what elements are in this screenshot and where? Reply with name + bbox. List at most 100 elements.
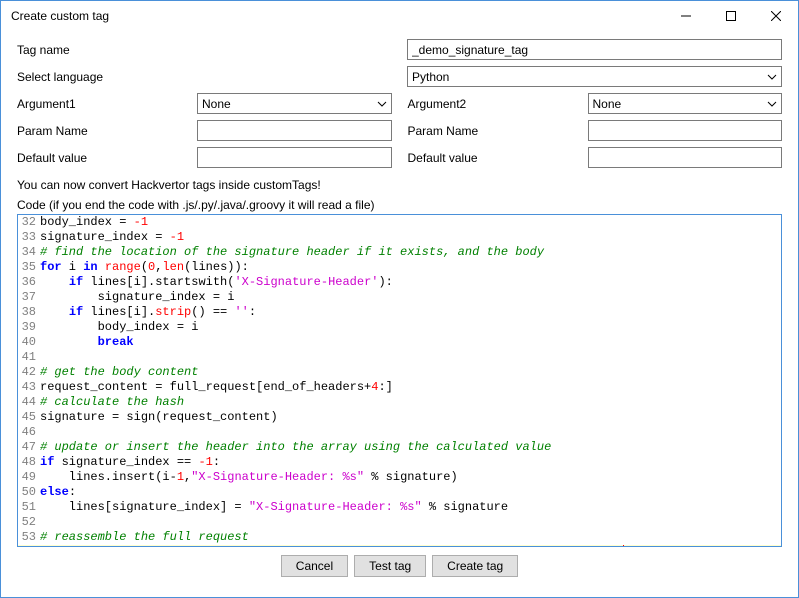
arg1-select[interactable]: None bbox=[197, 93, 392, 114]
line-number: 36 bbox=[18, 275, 40, 290]
line-number: 43 bbox=[18, 380, 40, 395]
code-text: if lines[i].startswith('X-Signature-Head… bbox=[40, 275, 781, 290]
line-number: 50 bbox=[18, 485, 40, 500]
code-text: body_index = i bbox=[40, 320, 781, 335]
code-text: # find the location of the signature hea… bbox=[40, 245, 781, 260]
default1-input[interactable] bbox=[197, 147, 392, 168]
code-text: signature = sign(request_content) bbox=[40, 410, 781, 425]
code-line: 36 if lines[i].startswith('X-Signature-H… bbox=[18, 275, 781, 290]
code-line: 45signature = sign(request_content) bbox=[18, 410, 781, 425]
code-line: 52 bbox=[18, 515, 781, 530]
arg2-value: None bbox=[593, 97, 622, 111]
line-number: 47 bbox=[18, 440, 40, 455]
argument-row: Argument1 None Argument2 None bbox=[17, 93, 782, 114]
create-tag-button[interactable]: Create tag bbox=[432, 555, 518, 577]
dialog-window: Create custom tag Tag name Select langua… bbox=[0, 0, 799, 598]
line-number: 49 bbox=[18, 470, 40, 485]
line-number: 37 bbox=[18, 290, 40, 305]
code-text: if lines[i].strip() == '': bbox=[40, 305, 781, 320]
tag-name-input[interactable] bbox=[407, 39, 782, 60]
line-number: 33 bbox=[18, 230, 40, 245]
arg2-select[interactable]: None bbox=[588, 93, 783, 114]
default2-input[interactable] bbox=[588, 147, 783, 168]
chevron-down-icon bbox=[767, 72, 777, 82]
dialog-content: Tag name Select language Python Argument… bbox=[1, 31, 798, 597]
line-number: 35 bbox=[18, 260, 40, 275]
minimize-icon bbox=[681, 11, 691, 21]
code-text bbox=[40, 350, 781, 365]
language-row: Select language Python bbox=[17, 66, 782, 87]
tag-name-row: Tag name bbox=[17, 39, 782, 60]
button-row: Cancel Test tag Create tag bbox=[17, 547, 782, 589]
default-value-row: Default value Default value bbox=[17, 147, 782, 168]
line-number: 52 bbox=[18, 515, 40, 530]
line-number: 44 bbox=[18, 395, 40, 410]
code-line: 32body_index = -1 bbox=[18, 215, 781, 230]
default2-label: Default value bbox=[408, 151, 588, 165]
code-text: for i in range(0,len(lines)): bbox=[40, 260, 781, 275]
arg1-label: Argument1 bbox=[17, 97, 197, 111]
line-number: 42 bbox=[18, 365, 40, 380]
code-text: if signature_index == -1: bbox=[40, 455, 781, 470]
chevron-down-icon bbox=[377, 99, 387, 109]
param1-label: Param Name bbox=[17, 124, 197, 138]
param1-input[interactable] bbox=[197, 120, 392, 141]
code-text: else: bbox=[40, 485, 781, 500]
code-text: break bbox=[40, 335, 781, 350]
code-line: 42# get the body content bbox=[18, 365, 781, 380]
maximize-button[interactable] bbox=[708, 1, 753, 31]
arg1-value: None bbox=[202, 97, 231, 111]
code-line: 44# calculate the hash bbox=[18, 395, 781, 410]
code-line: 39 body_index = i bbox=[18, 320, 781, 335]
default1-label: Default value bbox=[17, 151, 197, 165]
test-tag-button[interactable]: Test tag bbox=[354, 555, 426, 577]
arg2-label: Argument2 bbox=[408, 97, 588, 111]
line-number: 32 bbox=[18, 215, 40, 230]
code-text: lines[signature_index] = "X-Signature-He… bbox=[40, 500, 781, 515]
code-line: 41 bbox=[18, 350, 781, 365]
code-editor[interactable]: 32body_index = -133signature_index = -13… bbox=[17, 214, 782, 547]
language-label: Select language bbox=[17, 70, 197, 84]
code-line: 53# reassemble the full request bbox=[18, 530, 781, 545]
line-number: 38 bbox=[18, 305, 40, 320]
minimize-button[interactable] bbox=[663, 1, 708, 31]
line-number: 45 bbox=[18, 410, 40, 425]
language-select[interactable]: Python bbox=[407, 66, 782, 87]
code-line: 34# find the location of the signature h… bbox=[18, 245, 781, 260]
chevron-down-icon bbox=[767, 99, 777, 109]
code-line: 40 break bbox=[18, 335, 781, 350]
code-line: 46 bbox=[18, 425, 781, 440]
code-line: 35for i in range(0,len(lines)): bbox=[18, 260, 781, 275]
tag-name-label: Tag name bbox=[17, 43, 197, 57]
cancel-button[interactable]: Cancel bbox=[281, 555, 348, 577]
code-text: request_content = full_request[end_of_he… bbox=[40, 380, 781, 395]
line-number: 41 bbox=[18, 350, 40, 365]
code-line: 47# update or insert the header into the… bbox=[18, 440, 781, 455]
code-text bbox=[40, 425, 781, 440]
hint-code: Code (if you end the code with .js/.py/.… bbox=[17, 198, 782, 212]
code-line: 48if signature_index == -1: bbox=[18, 455, 781, 470]
code-text: # update or insert the header into the a… bbox=[40, 440, 781, 455]
line-number: 39 bbox=[18, 320, 40, 335]
code-line: 38 if lines[i].strip() == '': bbox=[18, 305, 781, 320]
close-button[interactable] bbox=[753, 1, 798, 31]
line-number: 40 bbox=[18, 335, 40, 350]
titlebar: Create custom tag bbox=[1, 1, 798, 31]
param-name-row: Param Name Param Name bbox=[17, 120, 782, 141]
line-number: 53 bbox=[18, 530, 40, 545]
window-title: Create custom tag bbox=[11, 9, 663, 23]
maximize-icon bbox=[726, 11, 736, 21]
param2-input[interactable] bbox=[588, 120, 783, 141]
code-text: signature_index = i bbox=[40, 290, 781, 305]
line-number: 48 bbox=[18, 455, 40, 470]
code-text: # reassemble the full request bbox=[40, 530, 781, 545]
hint-customtags: You can now convert Hackvertor tags insi… bbox=[17, 178, 782, 192]
code-text: # get the body content bbox=[40, 365, 781, 380]
code-text bbox=[40, 515, 781, 530]
code-line: 37 signature_index = i bbox=[18, 290, 781, 305]
code-line: 33signature_index = -1 bbox=[18, 230, 781, 245]
language-value: Python bbox=[412, 70, 449, 84]
code-line: 49 lines.insert(i-1,"X-Signature-Header:… bbox=[18, 470, 781, 485]
code-text: body_index = -1 bbox=[40, 215, 781, 230]
close-icon bbox=[771, 11, 781, 21]
